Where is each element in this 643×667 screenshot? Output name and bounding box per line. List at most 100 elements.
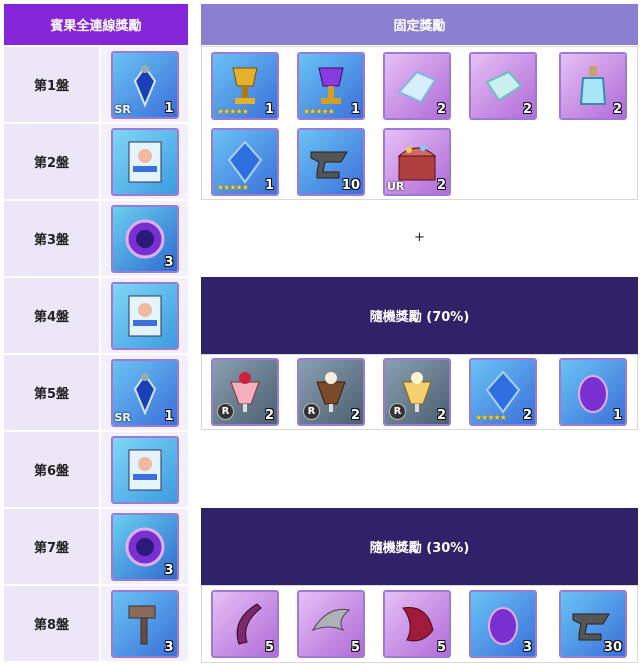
bingo-reward-cell: 3 — [101, 509, 188, 584]
item-quantity: 1 — [164, 100, 174, 116]
blue-crystal-icon — [227, 140, 263, 184]
card-pack-icon — [128, 449, 161, 490]
star-rating: ★★★★★ — [475, 413, 507, 422]
item-quantity: 2 — [264, 408, 274, 423]
bingo-round-label: 第6盤 — [4, 432, 99, 507]
crystal-shard-icon — [397, 70, 437, 104]
item-quantity: 10 — [341, 178, 360, 193]
reward-item-card[interactable]: R2 — [211, 358, 279, 426]
reward-item-card[interactable]: 5 — [297, 590, 365, 658]
card-pack-icon — [128, 141, 161, 182]
bingo-round-label: 第5盤 — [4, 355, 99, 430]
star-rating: ★★★★★ — [303, 107, 335, 116]
bingo-reward-cell: 3 — [101, 586, 188, 661]
reward-item-card[interactable]: 3 — [110, 512, 179, 581]
item-quantity: 2 — [436, 408, 446, 423]
grade-label: SR — [114, 410, 131, 424]
reward-item-card[interactable]: SR 1 — [110, 358, 179, 427]
item-quantity: 2 — [436, 102, 446, 117]
reward-item-card[interactable]: 3 — [110, 204, 179, 273]
reward-item-card[interactable] — [110, 127, 179, 196]
blue-pendant-icon — [133, 372, 156, 416]
purple-orb-icon — [125, 527, 164, 566]
item-quantity: 5 — [350, 640, 360, 655]
reward-item-card[interactable]: ★★★★★ 1 — [211, 128, 279, 196]
random-reward-30-label: 隨機獎勵 (30%) — [369, 541, 470, 556]
item-quantity: 1 — [164, 408, 174, 424]
bingo-round-label: 第1盤 — [4, 47, 99, 122]
item-quantity: 2 — [350, 408, 360, 423]
bingo-row: 第5盤 SR 1 — [4, 355, 188, 430]
random-reward-70-label: 隨機獎勵 (70%) — [369, 310, 470, 325]
reward-item-card[interactable] — [110, 435, 179, 504]
item-quantity: 3 — [164, 639, 174, 655]
reward-item-card[interactable]: R2 — [297, 358, 365, 426]
reward-item-card[interactable]: 2 — [383, 52, 451, 120]
random-reward-30-bar: 隨機獎勵 (30%) — [201, 508, 638, 585]
bingo-row: 第2盤 — [4, 124, 188, 199]
reward-item-card[interactable]: UR 2 — [383, 128, 451, 196]
reward-item-card[interactable]: ★★★★★ 1 — [297, 52, 365, 120]
purple-gem-icon — [578, 375, 608, 413]
bingo-row: 第3盤 3 — [4, 201, 188, 276]
item-quantity: 5 — [264, 640, 274, 655]
bingo-round-label: 第7盤 — [4, 509, 99, 584]
item-quantity: 1 — [264, 102, 274, 117]
reward-item-card[interactable]: 5 — [383, 590, 451, 658]
rarity-mark: R — [217, 403, 234, 420]
item-quantity: 2 — [522, 102, 532, 117]
reward-item-card[interactable]: 2 — [469, 52, 537, 120]
purple-gem-icon — [488, 607, 518, 645]
purple-trophy-icon — [318, 67, 344, 104]
plus-sign: + — [414, 230, 425, 245]
item-quantity: 1 — [612, 408, 622, 423]
reward-item-card[interactable]: 2 — [559, 52, 627, 120]
bingo-round-label: 第3盤 — [4, 201, 99, 276]
reward-item-card[interactable]: 30 — [559, 590, 627, 658]
item-quantity: 2 — [612, 102, 622, 117]
item-quantity: 2 — [522, 408, 532, 423]
bingo-reward-cell: SR 1 — [101, 355, 188, 430]
reward-item-card[interactable]: ★★★★★ 1 — [211, 52, 279, 120]
bingo-row: 第7盤 3 — [4, 509, 188, 584]
grade-label: SR — [114, 102, 131, 116]
bingo-reward-cell: 3 — [101, 201, 188, 276]
reward-item-card[interactable]: R2 — [383, 358, 451, 426]
bingo-row: 第8盤 3 — [4, 586, 188, 661]
grade-label: UR — [387, 180, 405, 193]
hammer-icon — [128, 605, 155, 644]
bingo-reward-cell — [101, 124, 188, 199]
reward-area: 固定獎勵 — [201, 4, 638, 45]
reward-item-card[interactable]: SR 1 — [110, 50, 179, 119]
random-reward-70-panel: R 2 R 2 R 2 ★★★★★ 2 1 — [201, 354, 638, 430]
bingo-row: 第1盤 SR 1 — [4, 47, 188, 122]
reward-item-card[interactable]: 3 — [110, 589, 179, 658]
reward-item-card[interactable]: ★★★★★ 2 — [469, 358, 537, 426]
item-quantity: 2 — [436, 178, 446, 193]
reward-item-card[interactable]: 1 — [559, 358, 627, 426]
bingo-full-line-header: 賓果全連線獎勵 — [4, 4, 188, 45]
reward-item-card[interactable] — [110, 281, 179, 350]
bingo-round-label: 第4盤 — [4, 278, 99, 353]
bingo-reward-table: 賓果全連線獎勵 第1盤 SR 1 第2盤 第3盤 3 第4盤 第5盤 SR 1 第6盤 第7盤 3 第8盤… — [4, 4, 188, 663]
wing-icon — [311, 608, 351, 632]
bingo-round-label: 第2盤 — [4, 124, 99, 199]
item-quantity: 1 — [350, 102, 360, 117]
rarity-mark: R — [389, 403, 406, 420]
reward-item-card[interactable]: 3 — [469, 590, 537, 658]
item-quantity: 5 — [436, 640, 446, 655]
item-quantity: 3 — [164, 254, 174, 270]
red-scale-icon — [402, 606, 434, 642]
fixed-reward-panel: ★★★★★ 1 ★★★★★ 1 2 2 2 ★★★★★ 1 10 UR 2 — [201, 46, 638, 200]
potion-bottle-icon — [579, 66, 607, 105]
item-quantity: 3 — [164, 562, 174, 578]
bingo-round-label: 第8盤 — [4, 586, 99, 661]
reward-item-card[interactable]: 5 — [211, 590, 279, 658]
card-pack-icon — [128, 295, 161, 336]
blue-pendant-icon — [133, 64, 156, 108]
bingo-reward-cell — [101, 432, 188, 507]
reward-item-card[interactable]: 10 — [297, 128, 365, 196]
purple-orb-icon — [125, 219, 164, 258]
bingo-row: 第4盤 — [4, 278, 188, 353]
item-quantity: 30 — [603, 640, 622, 655]
